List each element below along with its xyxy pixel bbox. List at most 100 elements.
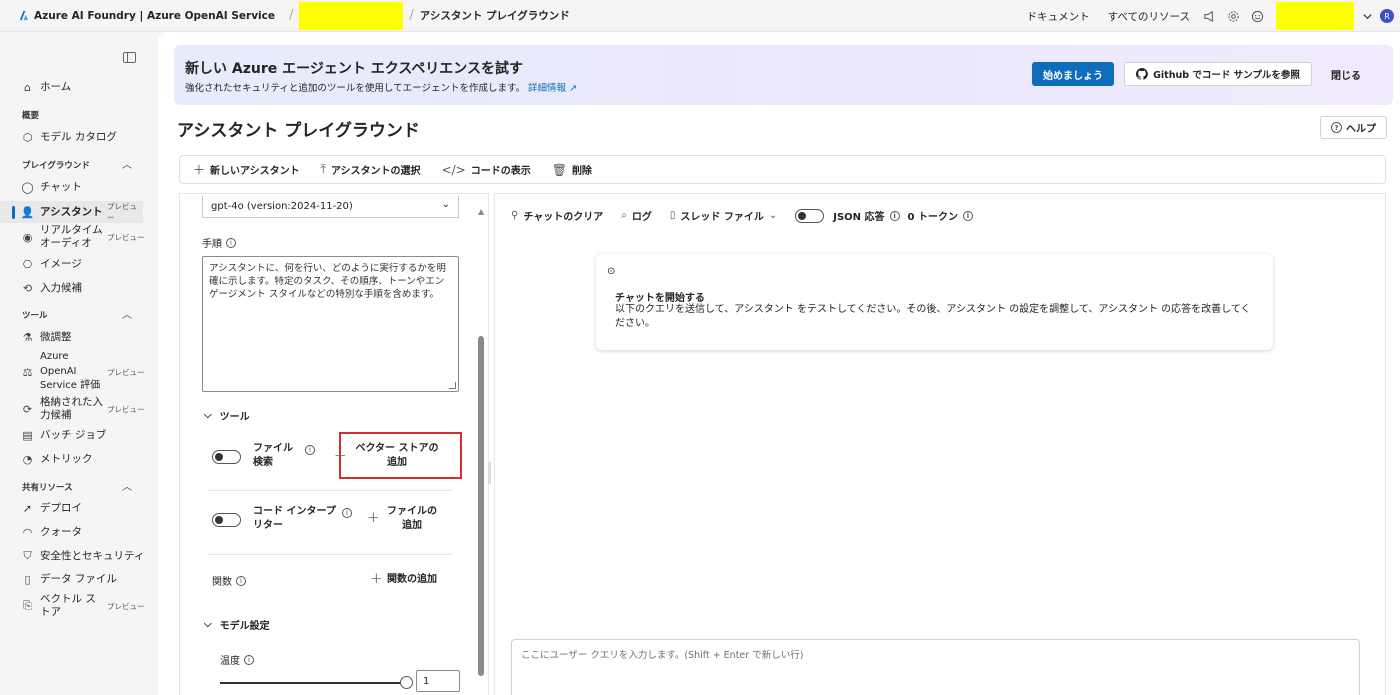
sidebar-item-batch-jobs[interactable]: ▤ バッチ ジョブ bbox=[0, 428, 158, 442]
sidebar-item-data-files[interactable]: ▯ データ ファイル bbox=[0, 572, 158, 586]
assistant-toolbar: ＋新しいアシスタント ⤒ アシスタントの選択 </> コードの表示 🗑 削除 bbox=[179, 155, 1386, 184]
temperature-slider-track[interactable] bbox=[220, 682, 408, 684]
scrollbar-thumb[interactable] bbox=[478, 336, 484, 676]
sidebar-item-model-catalog[interactable]: ⬡ モデル カタログ bbox=[0, 130, 158, 144]
start-chat-card: ⊙ チャットを開始する 以下のクエリを送信して、アシスタント をテストしてくださ… bbox=[596, 254, 1273, 350]
chevron-up-icon[interactable]: ︿ bbox=[122, 156, 132, 171]
banner-title: 新しい Azure エージェント エクスペリエンスを試す bbox=[185, 61, 524, 77]
learn-more-link[interactable]: 詳細情報 ↗ bbox=[528, 83, 577, 94]
search-icon: ⌕ bbox=[621, 210, 627, 221]
tools-section-header[interactable]: ⌵ ツール bbox=[204, 408, 250, 423]
add-function-button[interactable]: 関数の追加 bbox=[387, 573, 437, 587]
sidebar-item-evaluation[interactable]: ⚖ Azure OpenAI Service 評価 プレビュー bbox=[0, 350, 158, 394]
temperature-label: 温度 i bbox=[220, 652, 254, 667]
select-assistant-button[interactable]: ⤒ アシスタントの選択 bbox=[321, 162, 421, 177]
chevron-down-icon[interactable] bbox=[1360, 9, 1374, 23]
breadcrumb-separator: / bbox=[289, 8, 294, 23]
sidebar-item-metrics[interactable]: ◔ メトリック bbox=[0, 452, 158, 466]
instructions-label: 手順 i bbox=[202, 235, 236, 250]
sidebar-item-stored-completions[interactable]: ⟳ 格納された入力候補 プレビュー bbox=[0, 395, 158, 423]
page-title: アシスタント プレイグラウンド bbox=[177, 121, 420, 141]
temperature-input[interactable]: 1 bbox=[416, 670, 460, 692]
sidebar-item-chat[interactable]: ◯ チャット bbox=[0, 180, 158, 194]
broom-icon: ⚲ bbox=[511, 210, 519, 221]
sidebar-item-deploy[interactable]: ➚ デプロイ bbox=[0, 501, 158, 515]
delete-button[interactable]: 🗑 削除 bbox=[551, 162, 592, 178]
docs-link[interactable]: ドキュメント bbox=[1027, 9, 1090, 24]
close-banner-button[interactable]: 閉じる bbox=[1331, 62, 1361, 86]
all-resources-link[interactable]: すべてのリソース bbox=[1108, 9, 1190, 24]
breadcrumb-separator: / bbox=[409, 8, 414, 23]
add-file-button[interactable]: ファイルの 追加 bbox=[383, 505, 441, 533]
divider bbox=[208, 554, 452, 555]
avatar[interactable]: R bbox=[1380, 9, 1394, 23]
sidebar-item-quota[interactable]: ◠ クォータ bbox=[0, 525, 158, 539]
info-icon[interactable]: i bbox=[962, 210, 973, 221]
chevron-up-icon[interactable]: ︿ bbox=[122, 478, 132, 493]
sidebar-item-completions[interactable]: ⟲ 入力候補 bbox=[0, 281, 158, 295]
cube-icon: ⬡ bbox=[22, 130, 33, 144]
instructions-textarea[interactable]: アシスタントに、何を行い、どのように実行するかを明確に示します。特定のタスク、そ… bbox=[202, 256, 459, 392]
redacted-resource[interactable] bbox=[299, 1, 404, 30]
chevron-down-icon: ⌵ bbox=[204, 410, 212, 421]
section-tools: ツール bbox=[22, 311, 48, 321]
redacted-account[interactable] bbox=[1276, 2, 1354, 30]
sidebar-item-vector-store[interactable]: ⎘ ベクトル ストア プレビュー bbox=[0, 592, 158, 620]
sidebar-item-fine-tuning[interactable]: ⚗ 微調整 bbox=[0, 330, 158, 344]
info-icon[interactable]: i bbox=[236, 575, 246, 586]
gear-icon[interactable] bbox=[1226, 9, 1240, 23]
banner-subtitle: 強化されたセキュリティと追加のツールを使用してエージェントを作成します。 詳細情… bbox=[185, 83, 578, 94]
promo-banner: 新しい Azure エージェント エクスペリエンスを試す 強化されたセキュリティ… bbox=[174, 45, 1393, 105]
log-button[interactable]: ⌕ ログ bbox=[621, 208, 652, 223]
external-link-icon: ↗ bbox=[569, 83, 578, 94]
chat-toolbar: ⚲ チャットのクリア ⌕ ログ ▯ スレッド ファイル ⌄ JSON 応答 i 0 トー… bbox=[511, 208, 991, 223]
get-started-button[interactable]: 始めましょう bbox=[1032, 62, 1114, 86]
top-bar: Azure AI Foundry | Azure OpenAI Service … bbox=[0, 0, 1400, 32]
info-icon[interactable]: i bbox=[889, 210, 900, 221]
preview-badge: プレビュー bbox=[107, 367, 145, 377]
smiley-icon[interactable] bbox=[1250, 9, 1264, 23]
sidebar-item-safety[interactable]: ⛉ 安全性とセキュリティ bbox=[0, 549, 158, 563]
temperature-slider-thumb[interactable] bbox=[400, 676, 413, 689]
chat-input[interactable]: ここにユーザー クエリを入力します。(Shift + Enter で新しい行) bbox=[511, 639, 1360, 695]
info-icon[interactable]: i bbox=[342, 508, 352, 518]
vector-store-icon: ⎘ bbox=[23, 599, 32, 612]
brand[interactable]: Azure AI Foundry | Azure OpenAI Service bbox=[18, 10, 275, 22]
help-button[interactable]: ? ヘルプ bbox=[1320, 116, 1387, 139]
help-icon: ? bbox=[1331, 122, 1342, 133]
github-icon bbox=[1136, 68, 1148, 80]
file-search-toggle[interactable] bbox=[212, 450, 241, 464]
megaphone-icon[interactable] bbox=[1202, 9, 1216, 23]
upload-icon: ⤒ bbox=[320, 162, 326, 176]
model-settings-header[interactable]: ⌵ モデル設定 bbox=[204, 617, 270, 632]
resize-handle-icon[interactable] bbox=[449, 382, 456, 389]
collapse-sidebar-icon[interactable] bbox=[123, 52, 136, 63]
panel-splitter[interactable] bbox=[488, 462, 491, 484]
chevron-up-icon[interactable]: ︿ bbox=[122, 306, 132, 321]
sidebar-item-realtime-audio[interactable]: ◉ リアルタイム オーディオ プレビュー bbox=[0, 223, 158, 251]
view-code-button[interactable]: </> コードの表示 bbox=[442, 162, 531, 178]
code-interpreter-toggle[interactable] bbox=[212, 513, 241, 527]
json-response-toggle[interactable]: JSON 応答 i bbox=[795, 208, 900, 223]
divider bbox=[208, 490, 452, 491]
flask-icon: ⚗ bbox=[22, 330, 33, 344]
sidebar-item-image[interactable]: ⎔ イメージ bbox=[0, 257, 158, 271]
trash-icon: 🗑 bbox=[551, 162, 567, 177]
chat-bubble-icon: ⊙ bbox=[607, 266, 616, 277]
model-deployment-select[interactable]: gpt-4o (version:2024-11-20) ⌄ bbox=[202, 196, 459, 218]
clear-chat-button[interactable]: ⚲ チャットのクリア bbox=[511, 208, 603, 223]
scale-icon: ⚖ bbox=[22, 365, 33, 379]
section-shared: 共有リソース bbox=[22, 483, 73, 493]
info-icon[interactable]: i bbox=[226, 237, 236, 248]
github-samples-button[interactable]: Github でコード サンプルを参照 bbox=[1124, 62, 1312, 86]
info-icon[interactable]: i bbox=[305, 445, 315, 455]
metrics-icon: ◔ bbox=[22, 452, 33, 466]
plus-icon: ＋ bbox=[193, 163, 206, 177]
scroll-up-icon[interactable]: ▲ bbox=[478, 207, 484, 216]
breadcrumb-current: アシスタント プレイグラウンド bbox=[419, 10, 570, 22]
thread-files-dropdown[interactable]: ▯ スレッド ファイル ⌄ bbox=[670, 208, 777, 223]
info-icon[interactable]: i bbox=[244, 654, 254, 665]
new-assistant-button[interactable]: ＋新しいアシスタント bbox=[193, 161, 300, 178]
sidebar-item-home[interactable]: ⌂ ホーム bbox=[0, 80, 158, 94]
sidebar-item-assistant[interactable]: 👤 アシスタント プレビュー bbox=[0, 201, 143, 223]
